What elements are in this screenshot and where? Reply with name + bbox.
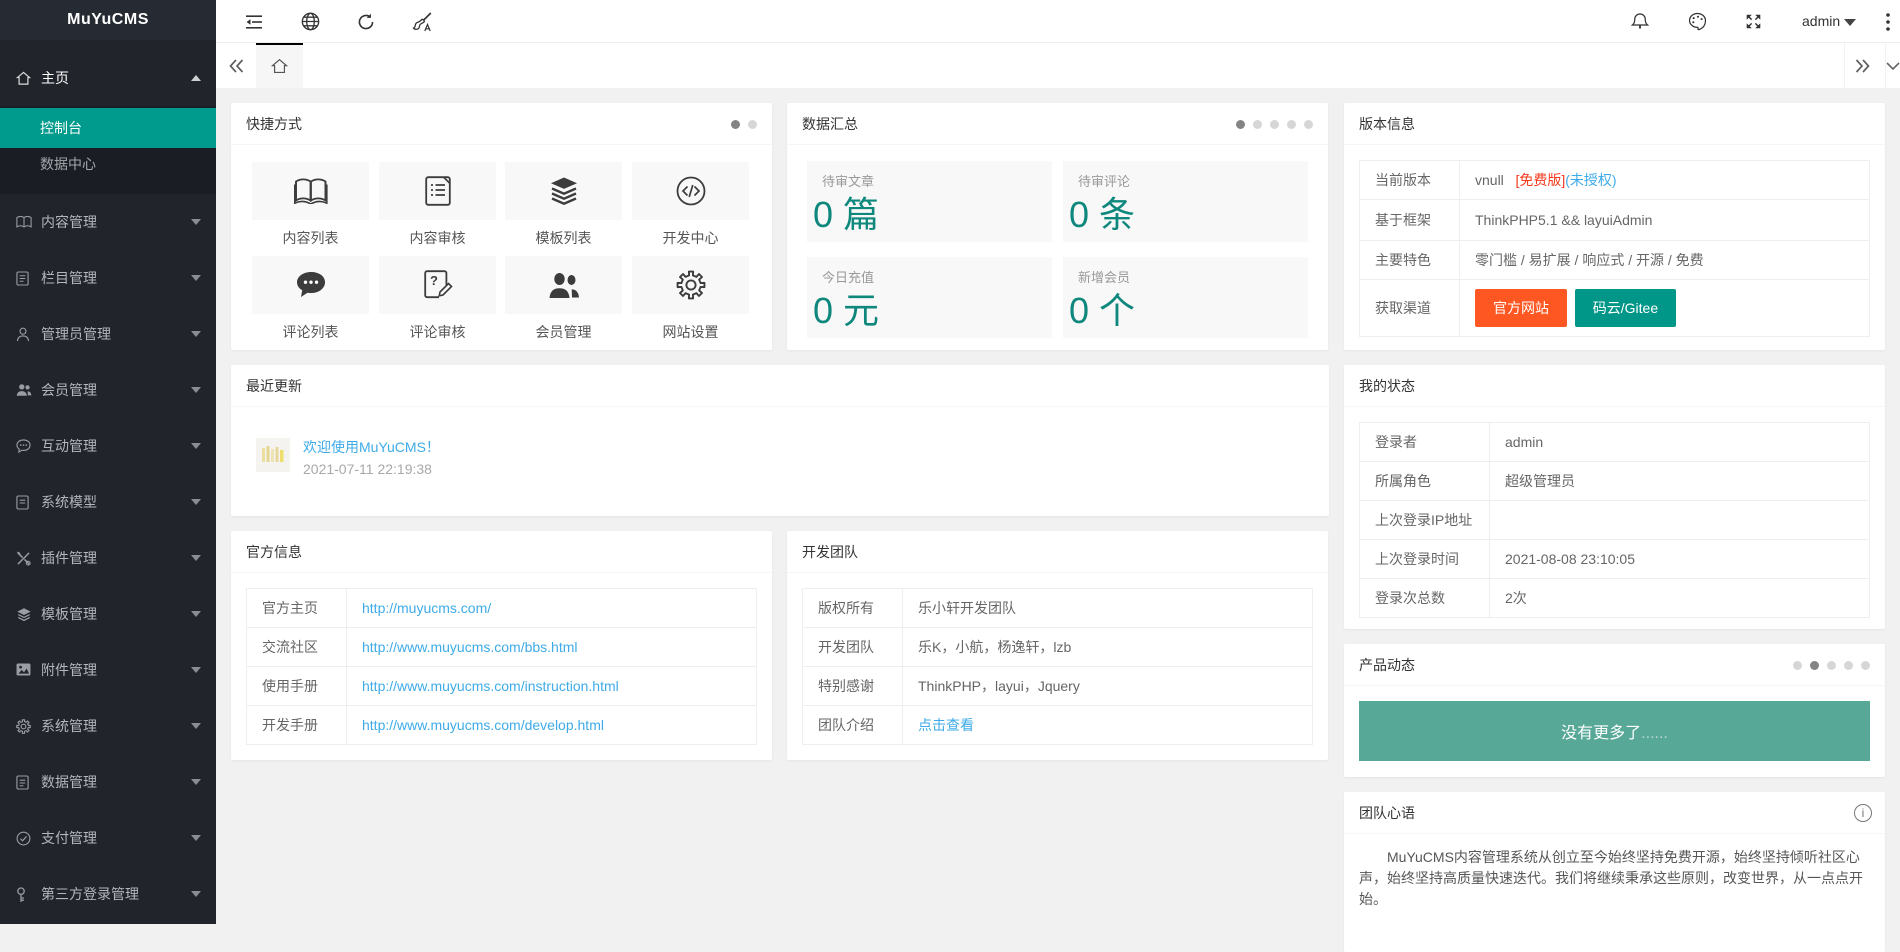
svg-text:?: ? (430, 273, 438, 288)
